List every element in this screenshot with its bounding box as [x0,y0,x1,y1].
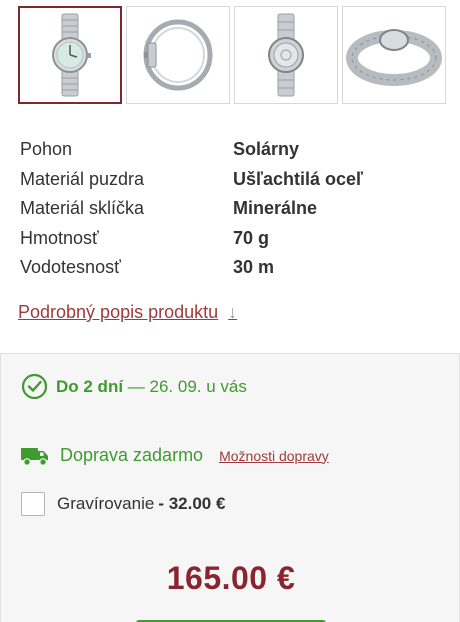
spec-row: Materiál puzdra Ušľachtilá oceľ [20,166,440,196]
engraving-price: - 32.00 € [158,494,226,513]
watch-bracelet-icon [346,29,442,86]
product-thumbnails [18,6,460,104]
spec-label: Materiál sklíčka [20,198,145,218]
spec-table: Pohon Solárny Materiál puzdra Ušľachtilá… [20,136,440,284]
arrow-down-icon: ↓ [228,302,238,322]
product-description-link[interactable]: Podrobný popis produktu ↓ [18,302,237,323]
thumbnail-front[interactable] [18,6,122,104]
thumbnail-bracelet[interactable] [342,6,446,104]
thumbnail-side[interactable] [126,6,230,104]
spec-value: 30 m [233,257,275,277]
thumbnail-back[interactable] [234,6,338,104]
spec-label: Vodotesnosť [20,257,121,277]
watch-side-icon [143,19,213,91]
spec-row: Materiál sklíčka Minerálne [20,195,440,225]
spec-row: Vodotesnosť 30 m [20,254,440,284]
spec-value: Minerálne [233,198,318,218]
spec-row: Hmotnosť 70 g [20,225,440,255]
truck-icon [21,447,48,466]
product-price: 165.00 € [166,560,296,596]
spec-label: Pohon [20,139,73,159]
watch-back-icon [268,13,304,97]
watch-front-icon [52,13,91,97]
spec-value: 70 g [233,227,270,248]
engraving-label: Gravírovanie [57,494,155,513]
delivery-time: Do 2 dní [56,376,124,396]
engraving-option[interactable]: Gravírovanie - 32.00 € [21,492,225,516]
spec-label: Materiál puzdra [20,168,145,189]
spec-value: Ušľachtilá oceľ [233,168,363,189]
spec-label: Hmotnosť [20,227,99,248]
shipping-options-link[interactable]: Možnosti dopravy [219,448,329,464]
shipping-info: Doprava zadarmo Možnosti dopravy [21,445,329,466]
delivery-date: — 26. 09. u vás [123,376,247,396]
free-shipping-label: Doprava zadarmo [60,445,204,465]
engraving-checkbox[interactable] [21,492,45,516]
check-circle-icon [21,373,48,400]
spec-row: Pohon Solárny [20,136,440,166]
spec-value: Solárny [233,139,300,159]
product-description-label: Podrobný popis produktu [18,302,219,322]
purchase-box: Do 2 dní — 26. 09. u vás Doprava zadarmo… [0,353,460,622]
delivery-info: Do 2 dní — 26. 09. u vás [21,373,247,400]
